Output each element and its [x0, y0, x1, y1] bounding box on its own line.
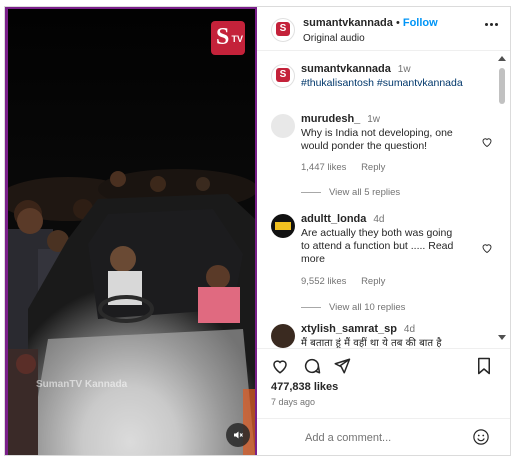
view-replies-button[interactable]: View all 5 replies	[301, 187, 400, 198]
caption-username[interactable]: sumantvkannada	[301, 63, 391, 75]
view-replies-button[interactable]: View all 10 replies	[301, 302, 405, 313]
speaker-muted-icon	[234, 431, 243, 439]
comments-scrollbar[interactable]	[498, 54, 506, 342]
comment-time: 4d	[373, 214, 385, 225]
comment-username[interactable]: murudesh_	[301, 113, 360, 125]
commenter-avatar[interactable]	[271, 324, 295, 348]
caption-hashtags[interactable]: #thukalisantosh #sumantvkannada	[301, 77, 501, 90]
share-send-icon[interactable]	[333, 357, 351, 375]
replies-divider	[301, 192, 321, 193]
post-age: 7 days ago	[271, 397, 316, 407]
comment-composer	[257, 418, 510, 455]
scroll-up-arrow[interactable]	[498, 56, 506, 61]
comment-likes[interactable]: 1,447 likes	[301, 162, 346, 173]
avatar-graphic	[275, 222, 291, 230]
view-replies-label: View all 5 replies	[329, 187, 401, 198]
brand-mark: S	[276, 22, 290, 36]
scroll-down-arrow[interactable]	[498, 335, 506, 340]
mute-button[interactable]	[226, 423, 250, 447]
brand-mark: S	[276, 68, 290, 82]
video-watermark: SumanTV Kannada	[36, 379, 128, 390]
separator-dot: •	[395, 17, 400, 29]
emoji-icon[interactable]	[472, 428, 490, 446]
logo-tv-text: TV	[231, 34, 243, 44]
logo-letter: S	[216, 24, 230, 50]
post-modal: S TV SumanTV Kannada S sumantvkannada • …	[4, 6, 511, 456]
comment-time: 4d	[403, 324, 416, 335]
comments-list[interactable]: S sumantvkannada 1w #thukalisantosh #sum…	[257, 52, 510, 348]
follow-button[interactable]: Follow	[403, 17, 438, 29]
scroll-thumb[interactable]	[499, 68, 505, 104]
caption: S sumantvkannada 1w #thukalisantosh #sum…	[271, 60, 495, 100]
like-heart-icon[interactable]	[271, 357, 289, 375]
like-comment-heart-icon[interactable]	[481, 242, 493, 254]
video-player[interactable]: S TV SumanTV Kannada	[5, 7, 257, 455]
comment-item: adultt_londa 4d Are actually they both w…	[271, 210, 495, 313]
author-username[interactable]: sumantvkannada	[303, 17, 393, 29]
caption-time: 1w	[397, 64, 411, 75]
comment-username[interactable]: adultt_londa	[301, 213, 366, 225]
more-horizontal-icon[interactable]	[485, 23, 498, 26]
author-avatar[interactable]: S	[271, 18, 295, 42]
post-side-panel: S sumantvkannada • Follow Original audio…	[257, 7, 510, 455]
comment-text: Why is India not developing, one would p…	[301, 127, 453, 152]
comment-likes[interactable]: 9,552 likes	[301, 276, 346, 287]
post-header: S sumantvkannada • Follow Original audio	[257, 7, 510, 51]
like-comment-heart-icon[interactable]	[481, 136, 493, 148]
comment-item: xtylish_samrat_sp 4d मैं बताता हूं मैं व…	[271, 320, 495, 348]
comment-text: मैं बताता हूं मैं वहीं था ये तब की बात ह…	[301, 338, 442, 348]
comment-text: Are actually they both was going to atte…	[301, 227, 454, 265]
caption-avatar[interactable]: S	[271, 64, 295, 88]
comment-time: 1w	[367, 114, 381, 125]
reply-button[interactable]: Reply	[361, 162, 385, 173]
add-comment-input[interactable]	[305, 429, 465, 447]
audio-link[interactable]: Original audio	[303, 33, 365, 44]
bookmark-icon[interactable]	[476, 357, 492, 375]
like-count[interactable]: 477,838 likes	[271, 381, 338, 393]
commenter-avatar[interactable]	[271, 214, 295, 238]
reply-button[interactable]: Reply	[361, 276, 385, 287]
commenter-avatar[interactable]	[271, 114, 295, 138]
comment-bubble-icon[interactable]	[303, 357, 321, 375]
comment-item: murudesh_ 1w Why is India not developing…	[271, 110, 495, 200]
channel-logo: S TV	[211, 21, 245, 55]
comment-username[interactable]: xtylish_samrat_sp	[301, 323, 397, 335]
post-actions: 477,838 likes 7 days ago	[257, 348, 510, 418]
view-replies-label: View all 10 replies	[329, 302, 406, 313]
replies-divider	[301, 307, 321, 308]
